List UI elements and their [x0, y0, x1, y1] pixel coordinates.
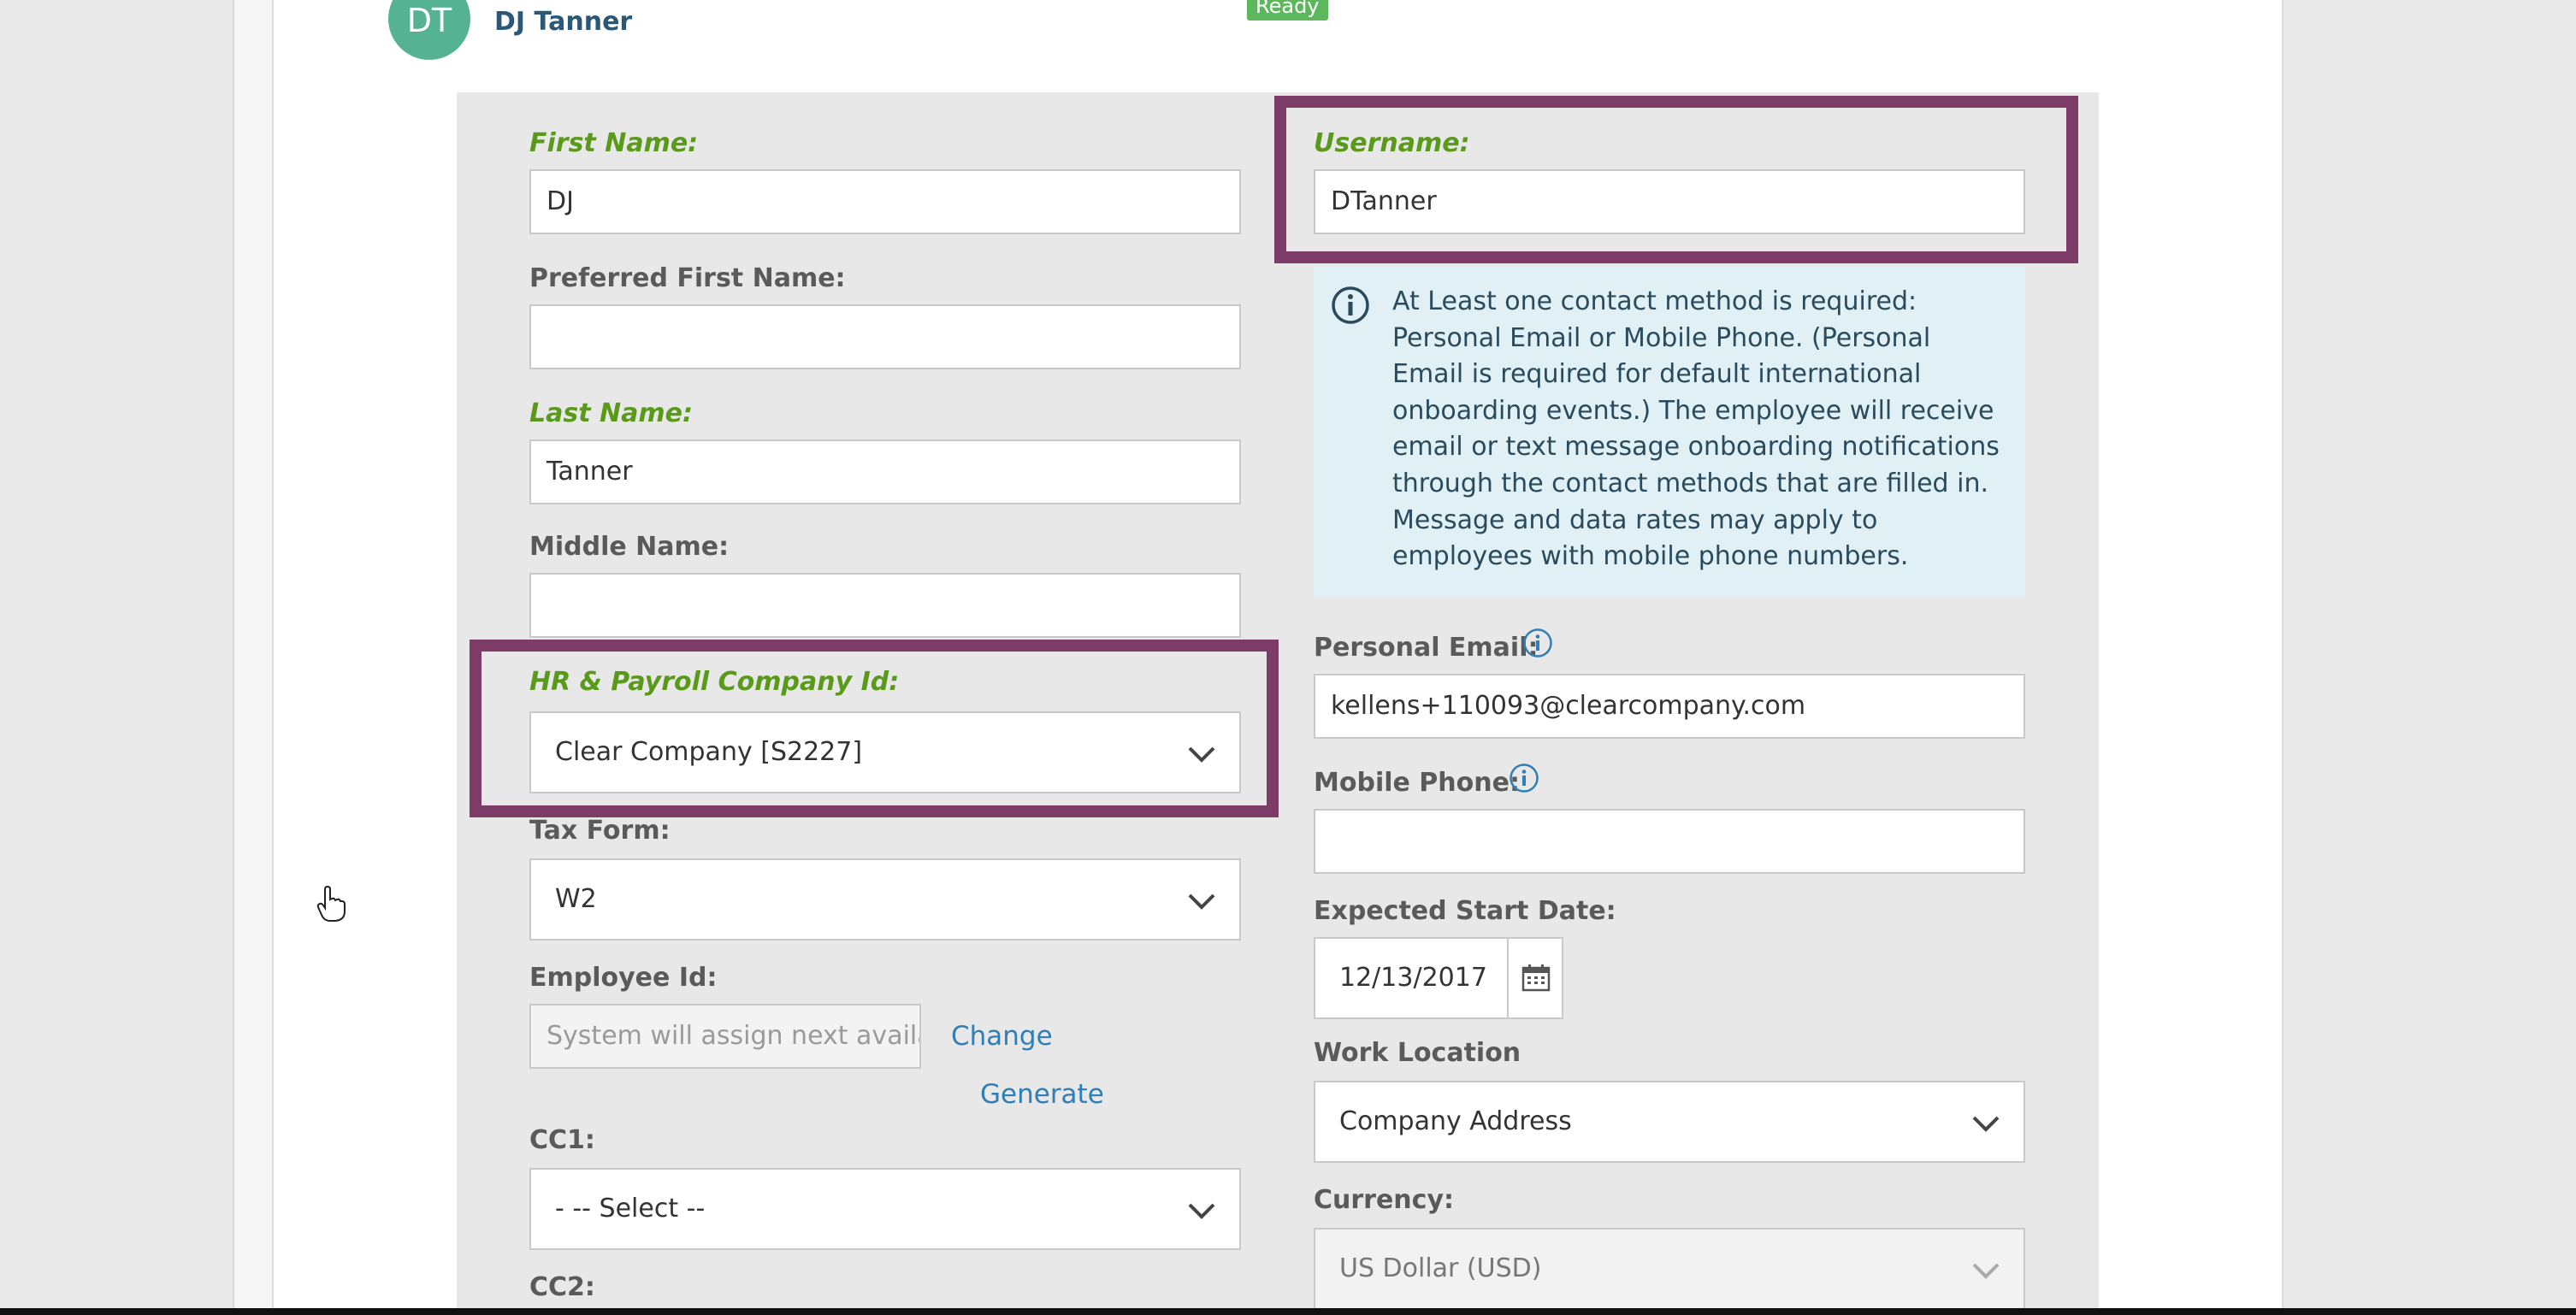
- work-location-select[interactable]: Company Address: [1314, 1081, 2025, 1163]
- tax-form-label: Tax Form:: [529, 816, 671, 846]
- currency-label: Currency:: [1314, 1185, 1455, 1215]
- cc1-value: - -- Select --: [555, 1194, 706, 1224]
- middle-name-input[interactable]: [529, 573, 1241, 638]
- personal-email-label: Personal Email:: [1314, 633, 1539, 663]
- middle-name-label: Middle Name:: [529, 532, 730, 562]
- change-link[interactable]: Change: [951, 1021, 1053, 1052]
- calendar-icon: [1521, 964, 1551, 992]
- preferred-first-name-label: Preferred First Name:: [529, 263, 846, 293]
- contact-info-box: At Least one contact method is required:…: [1314, 267, 2025, 597]
- first-name-label: First Name:: [529, 128, 699, 158]
- chevron-down-icon: [1188, 893, 1215, 910]
- last-name-label: Last Name:: [529, 398, 693, 428]
- employee-id-label: Employee Id:: [529, 963, 718, 993]
- employee-name: DJ Tanner: [494, 7, 633, 37]
- hand-cursor-icon: [316, 886, 346, 922]
- company-id-label: HR & Payroll Company Id:: [529, 667, 900, 697]
- start-date-label: Expected Start Date:: [1314, 896, 1616, 926]
- preferred-first-name-input[interactable]: [529, 304, 1241, 369]
- cc1-label: CC1:: [529, 1125, 595, 1155]
- cc2-label: CC2:: [529, 1272, 595, 1302]
- chevron-down-icon: [1188, 1203, 1215, 1219]
- first-name-input[interactable]: DJ: [529, 169, 1241, 234]
- mobile-phone-label: Mobile Phone:: [1314, 768, 1520, 798]
- username-label: Username:: [1314, 128, 1470, 158]
- chevron-down-icon: [1972, 1263, 2000, 1279]
- chevron-down-icon: [1188, 746, 1215, 763]
- currency-select[interactable]: US Dollar (USD): [1314, 1228, 2025, 1310]
- contact-info-text: At Least one contact method is required:…: [1392, 286, 2000, 572]
- help-icon[interactable]: [1509, 763, 1539, 793]
- bottom-edge: [0, 1308, 2576, 1315]
- currency-value: US Dollar (USD): [1339, 1253, 1542, 1283]
- last-name-input[interactable]: Tanner: [529, 439, 1241, 504]
- help-icon[interactable]: [1522, 628, 1553, 658]
- cc1-select[interactable]: - -- Select --: [529, 1168, 1241, 1250]
- tax-form-select[interactable]: W2: [529, 858, 1241, 941]
- company-id-select[interactable]: Clear Company [S2227]: [529, 711, 1241, 793]
- employee-id-input[interactable]: System will assign next availab: [529, 1004, 921, 1069]
- personal-email-input[interactable]: kellens+110093@clearcompany.com: [1314, 674, 2025, 739]
- mobile-phone-input[interactable]: [1314, 809, 2025, 874]
- generate-link[interactable]: Generate: [980, 1079, 1104, 1110]
- tax-form-value: W2: [555, 884, 597, 914]
- status-badge: Ready: [1247, 0, 1328, 21]
- work-location-label: Work Location: [1314, 1038, 1521, 1068]
- chevron-down-icon: [1972, 1116, 2000, 1132]
- start-date-input[interactable]: 12/13/2017: [1314, 937, 1509, 1019]
- username-input[interactable]: DTanner: [1314, 169, 2025, 234]
- work-location-value: Company Address: [1339, 1106, 1572, 1136]
- company-id-value: Clear Company [S2227]: [555, 737, 863, 767]
- info-icon: [1332, 286, 1369, 324]
- calendar-button[interactable]: [1507, 937, 1563, 1019]
